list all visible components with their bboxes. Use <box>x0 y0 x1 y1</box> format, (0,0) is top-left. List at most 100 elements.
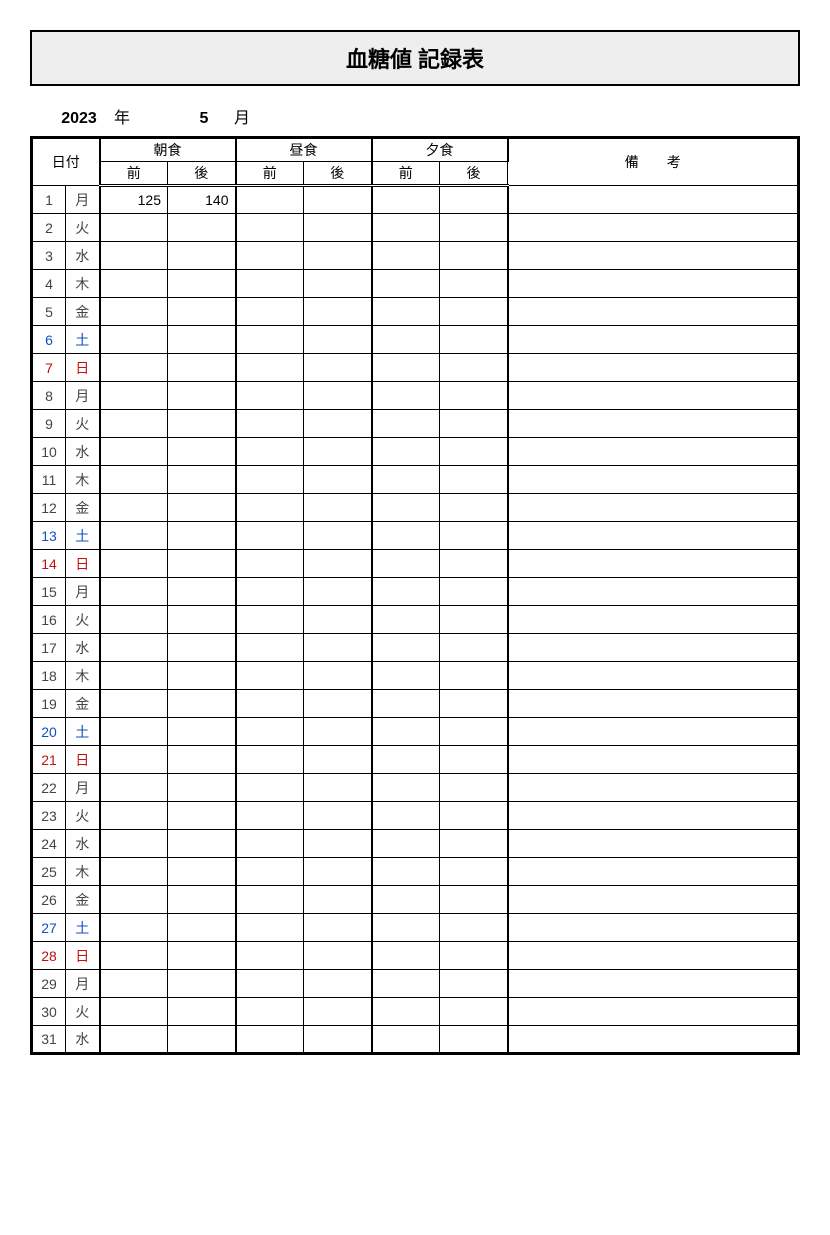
cell-bf-after <box>168 270 236 298</box>
cell-dow: 金 <box>66 886 100 914</box>
cell-di-before <box>372 578 440 606</box>
table-row: 11木 <box>32 466 799 494</box>
cell-notes <box>508 662 799 690</box>
cell-di-before <box>372 718 440 746</box>
cell-notes <box>508 298 799 326</box>
cell-lu-before <box>236 690 304 718</box>
cell-lu-before <box>236 242 304 270</box>
cell-lu-before <box>236 410 304 438</box>
cell-di-after <box>440 214 508 242</box>
cell-lu-after <box>304 494 372 522</box>
cell-bf-before <box>100 578 168 606</box>
cell-lu-after <box>304 970 372 998</box>
cell-dow: 水 <box>66 438 100 466</box>
cell-bf-after <box>168 606 236 634</box>
table-row: 8月 <box>32 382 799 410</box>
cell-lu-after <box>304 578 372 606</box>
cell-day: 13 <box>32 522 66 550</box>
hdr-date: 日付 <box>32 138 100 186</box>
cell-notes <box>508 830 799 858</box>
cell-bf-after <box>168 522 236 550</box>
cell-lu-before <box>236 214 304 242</box>
cell-bf-after <box>168 410 236 438</box>
cell-day: 8 <box>32 382 66 410</box>
cell-di-after <box>440 830 508 858</box>
table-row: 21日 <box>32 746 799 774</box>
cell-di-after <box>440 494 508 522</box>
cell-dow: 水 <box>66 830 100 858</box>
cell-notes <box>508 746 799 774</box>
cell-di-before <box>372 270 440 298</box>
cell-notes <box>508 438 799 466</box>
year-label: 年 <box>114 104 174 128</box>
cell-notes <box>508 914 799 942</box>
cell-di-after <box>440 998 508 1026</box>
cell-bf-before <box>100 1026 168 1054</box>
cell-day: 24 <box>32 830 66 858</box>
cell-day: 19 <box>32 690 66 718</box>
cell-dow: 木 <box>66 858 100 886</box>
cell-notes <box>508 606 799 634</box>
cell-day: 25 <box>32 858 66 886</box>
cell-bf-before <box>100 690 168 718</box>
cell-bf-before <box>100 998 168 1026</box>
cell-day: 18 <box>32 662 66 690</box>
cell-bf-before <box>100 886 168 914</box>
cell-bf-before <box>100 858 168 886</box>
cell-day: 22 <box>32 774 66 802</box>
cell-bf-after <box>168 746 236 774</box>
cell-di-before <box>372 382 440 410</box>
cell-day: 3 <box>32 242 66 270</box>
cell-dow: 金 <box>66 494 100 522</box>
cell-bf-before <box>100 466 168 494</box>
cell-lu-before <box>236 774 304 802</box>
cell-bf-after <box>168 830 236 858</box>
table-row: 4木 <box>32 270 799 298</box>
cell-notes <box>508 802 799 830</box>
cell-di-after <box>440 942 508 970</box>
cell-dow: 火 <box>66 802 100 830</box>
cell-lu-after <box>304 830 372 858</box>
cell-bf-after <box>168 354 236 382</box>
cell-di-after <box>440 270 508 298</box>
cell-lu-before <box>236 718 304 746</box>
cell-lu-after <box>304 942 372 970</box>
cell-di-after <box>440 802 508 830</box>
cell-notes <box>508 774 799 802</box>
cell-di-before <box>372 466 440 494</box>
cell-bf-after <box>168 942 236 970</box>
cell-di-after <box>440 886 508 914</box>
cell-bf-after <box>168 242 236 270</box>
cell-lu-after <box>304 326 372 354</box>
table-row: 1月125140 <box>32 186 799 214</box>
cell-bf-before <box>100 942 168 970</box>
table-row: 30火 <box>32 998 799 1026</box>
year-value: 2023 <box>44 110 114 128</box>
cell-di-before <box>372 410 440 438</box>
cell-lu-after <box>304 914 372 942</box>
cell-bf-after: 140 <box>168 186 236 214</box>
cell-lu-before <box>236 550 304 578</box>
cell-bf-before <box>100 914 168 942</box>
cell-di-before <box>372 746 440 774</box>
cell-lu-before <box>236 466 304 494</box>
cell-di-before <box>372 634 440 662</box>
cell-day: 15 <box>32 578 66 606</box>
cell-day: 6 <box>32 326 66 354</box>
cell-lu-after <box>304 858 372 886</box>
cell-dow: 日 <box>66 746 100 774</box>
cell-day: 4 <box>32 270 66 298</box>
cell-di-after <box>440 970 508 998</box>
cell-di-before <box>372 326 440 354</box>
cell-di-before <box>372 242 440 270</box>
cell-notes <box>508 970 799 998</box>
table-row: 9火 <box>32 410 799 438</box>
cell-dow: 火 <box>66 998 100 1026</box>
cell-dow: 月 <box>66 382 100 410</box>
cell-di-after <box>440 662 508 690</box>
table-row: 16火 <box>32 606 799 634</box>
cell-di-after <box>440 354 508 382</box>
cell-bf-before <box>100 718 168 746</box>
table-row: 28日 <box>32 942 799 970</box>
cell-di-after <box>440 550 508 578</box>
